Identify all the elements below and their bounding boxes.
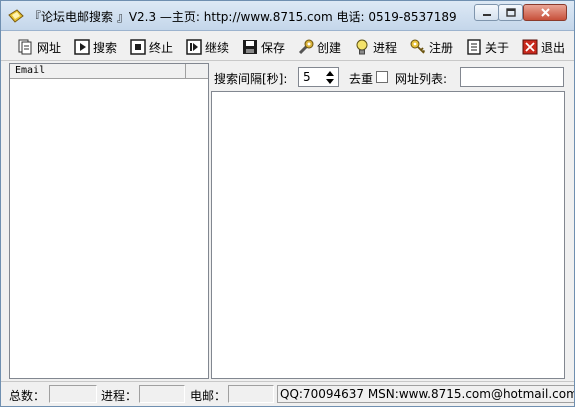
interval-value[interactable]: 5	[303, 70, 311, 84]
maximize-button[interactable]	[498, 4, 523, 21]
pages-icon	[18, 39, 32, 55]
app-logo-icon	[8, 9, 24, 23]
exit-icon	[522, 39, 538, 55]
url-button[interactable]: 网址	[17, 36, 61, 58]
spin-up-button[interactable]	[323, 69, 337, 77]
key-icon	[410, 39, 426, 54]
email-column-header[interactable]: Email	[10, 64, 186, 78]
total-field	[49, 385, 97, 403]
minimize-icon	[482, 13, 491, 16]
play-icon	[74, 39, 90, 55]
stop-button-label: 终止	[149, 40, 174, 55]
close-icon	[540, 8, 550, 17]
save-button[interactable]: 保存	[241, 36, 285, 58]
process-button-label: 进程	[373, 40, 398, 55]
total-label: 总数：	[9, 389, 46, 403]
resume-button-label: 继续	[205, 40, 230, 55]
stop-icon	[130, 39, 146, 55]
email-list[interactable]: Email	[9, 63, 209, 379]
save-button-label: 保存	[261, 40, 286, 55]
floppy-disk-icon	[243, 40, 257, 54]
log-area[interactable]	[211, 91, 565, 379]
url-list-input[interactable]	[460, 67, 564, 87]
search-button[interactable]: 搜索	[73, 36, 117, 58]
interval-label: 搜索间隔[秒]:	[214, 72, 288, 86]
lightbulb-icon	[356, 39, 368, 55]
options-row: 搜索间隔[秒]: 5 去重 网址列表:	[210, 65, 574, 89]
search-button-label: 搜索	[93, 40, 118, 55]
register-button-label: 注册	[429, 40, 454, 55]
url-list-label: 网址列表:	[395, 72, 448, 86]
email-label: 电邮：	[190, 389, 227, 403]
exit-button[interactable]: 退出	[521, 36, 565, 58]
progress-field	[139, 385, 185, 403]
interval-spin-buttons	[323, 69, 337, 85]
app-window: 『论坛电邮搜索 』V2.3 —主页: http://www.8715.com 电…	[0, 0, 575, 407]
resume-icon	[186, 39, 202, 55]
spin-down-button[interactable]	[323, 77, 337, 85]
close-button[interactable]	[523, 4, 567, 21]
contact-info: QQ:70094637 MSN:www.8715.com@hotmail.com	[277, 385, 574, 403]
about-button[interactable]: 关于	[465, 36, 509, 58]
stop-button[interactable]: 终止	[129, 36, 173, 58]
progress-label: 进程：	[101, 389, 138, 403]
interval-stepper[interactable]: 5	[298, 67, 339, 87]
register-button[interactable]: 注册	[409, 36, 453, 58]
arrow-down-icon	[326, 78, 334, 84]
document-icon	[467, 39, 481, 55]
dedupe-checkbox[interactable]	[376, 71, 388, 83]
create-button-label: 创建	[317, 40, 342, 55]
url-button-label: 网址	[37, 40, 62, 55]
about-button-label: 关于	[485, 40, 510, 55]
minimize-button[interactable]	[474, 4, 499, 21]
dedupe-label: 去重	[349, 72, 374, 86]
window-title: 『论坛电邮搜索 』V2.3 —主页: http://www.8715.com 电…	[29, 10, 457, 24]
email-count-field	[228, 385, 274, 403]
exit-button-label: 退出	[541, 40, 566, 55]
title-bar[interactable]: 『论坛电邮搜索 』V2.3 —主页: http://www.8715.com 电…	[1, 1, 574, 31]
status-bar: 总数： 进程： 电邮： QQ:70094637 MSN:www.8715.com…	[1, 381, 574, 406]
toolbar: 网址 搜索 终止 继续 保存 创建 进程 注册 关于 退出	[1, 32, 574, 61]
wrench-icon	[298, 39, 314, 55]
resume-button[interactable]: 继续	[185, 36, 229, 58]
maximize-icon	[505, 8, 516, 17]
email-list-header: Email	[10, 64, 208, 79]
arrow-up-icon	[326, 70, 334, 76]
create-button[interactable]: 创建	[297, 36, 341, 58]
process-button[interactable]: 进程	[353, 36, 397, 58]
